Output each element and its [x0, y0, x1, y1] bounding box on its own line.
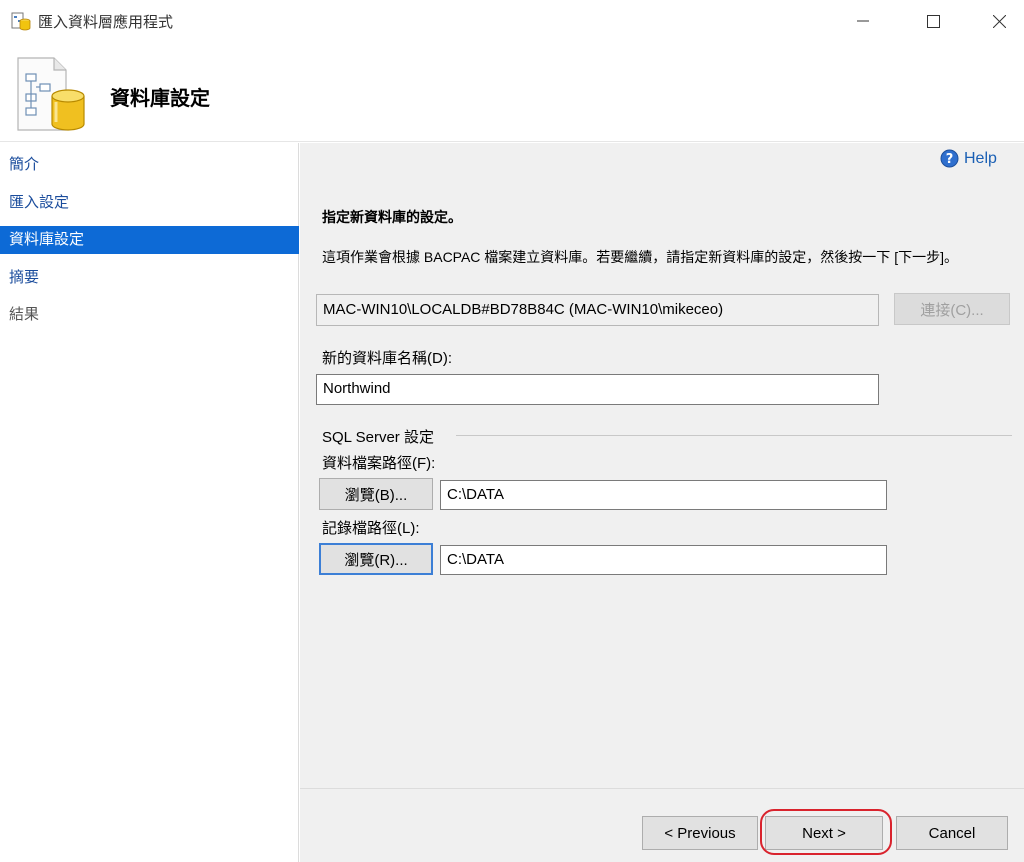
sidebar-item-database-settings[interactable]: 資料庫設定 [0, 226, 299, 254]
help-label: Help [964, 149, 997, 167]
sidebar-item-summary[interactable]: 摘要 [0, 264, 299, 292]
help-link[interactable]: ? Help [940, 149, 997, 168]
window-title: 匯入資料層應用程式 [38, 14, 174, 31]
sidebar-item-introduction[interactable]: 簡介 [0, 151, 299, 179]
cancel-button[interactable]: Cancel [896, 816, 1008, 850]
group-divider [456, 435, 1012, 436]
data-file-path-input[interactable]: C:\DATA [440, 480, 887, 510]
description-text: 這項作業會根據 BACPAC 檔案建立資料庫。若要繼續，請指定新資料庫的設定，然… [322, 249, 958, 265]
previous-button[interactable]: < Previous [642, 816, 758, 850]
next-button[interactable]: Next > [765, 816, 883, 850]
maximize-button[interactable] [910, 0, 956, 42]
svg-text:?: ? [946, 152, 954, 167]
main-panel: ? Help 指定新資料庫的設定。 這項作業會根據 BACPAC 檔案建立資料庫… [300, 143, 1024, 862]
log-file-path-label: 記錄檔路徑(L): [322, 520, 420, 537]
maximize-icon [926, 14, 940, 28]
section-title: 指定新資料庫的設定。 [322, 209, 462, 225]
database-name-input[interactable]: Northwind [316, 374, 879, 405]
close-button[interactable] [976, 0, 1022, 42]
help-icon: ? [940, 149, 959, 168]
sidebar-item-import-settings[interactable]: 匯入設定 [0, 189, 299, 217]
close-icon [992, 14, 1006, 28]
database-import-icon [17, 57, 85, 131]
sidebar-item-results: 結果 [9, 306, 40, 323]
connect-button: 連接(C)... [894, 293, 1010, 325]
footer-divider [300, 788, 1024, 789]
sql-server-settings-group-title: SQL Server 設定 [322, 429, 434, 446]
wizard-header: 資料庫設定 [0, 42, 1024, 142]
minimize-button[interactable] [840, 0, 886, 42]
wizard-steps-sidebar: 簡介 匯入設定 資料庫設定 摘要 結果 [0, 143, 299, 862]
browse-data-file-button[interactable]: 瀏覽(B)... [319, 478, 433, 510]
browse-log-file-button[interactable]: 瀏覽(R)... [319, 543, 433, 575]
app-icon [11, 12, 31, 31]
page-title: 資料庫設定 [110, 88, 210, 110]
title-bar: 匯入資料層應用程式 [0, 0, 1024, 42]
data-file-path-label: 資料檔案路徑(F): [322, 455, 436, 472]
server-connection-field: MAC-WIN10\LOCALDB#BD78B84C (MAC-WIN10\mi… [316, 294, 879, 326]
minimize-icon [857, 20, 869, 22]
log-file-path-input[interactable]: C:\DATA [440, 545, 887, 575]
database-name-label: 新的資料庫名稱(D): [322, 350, 452, 367]
